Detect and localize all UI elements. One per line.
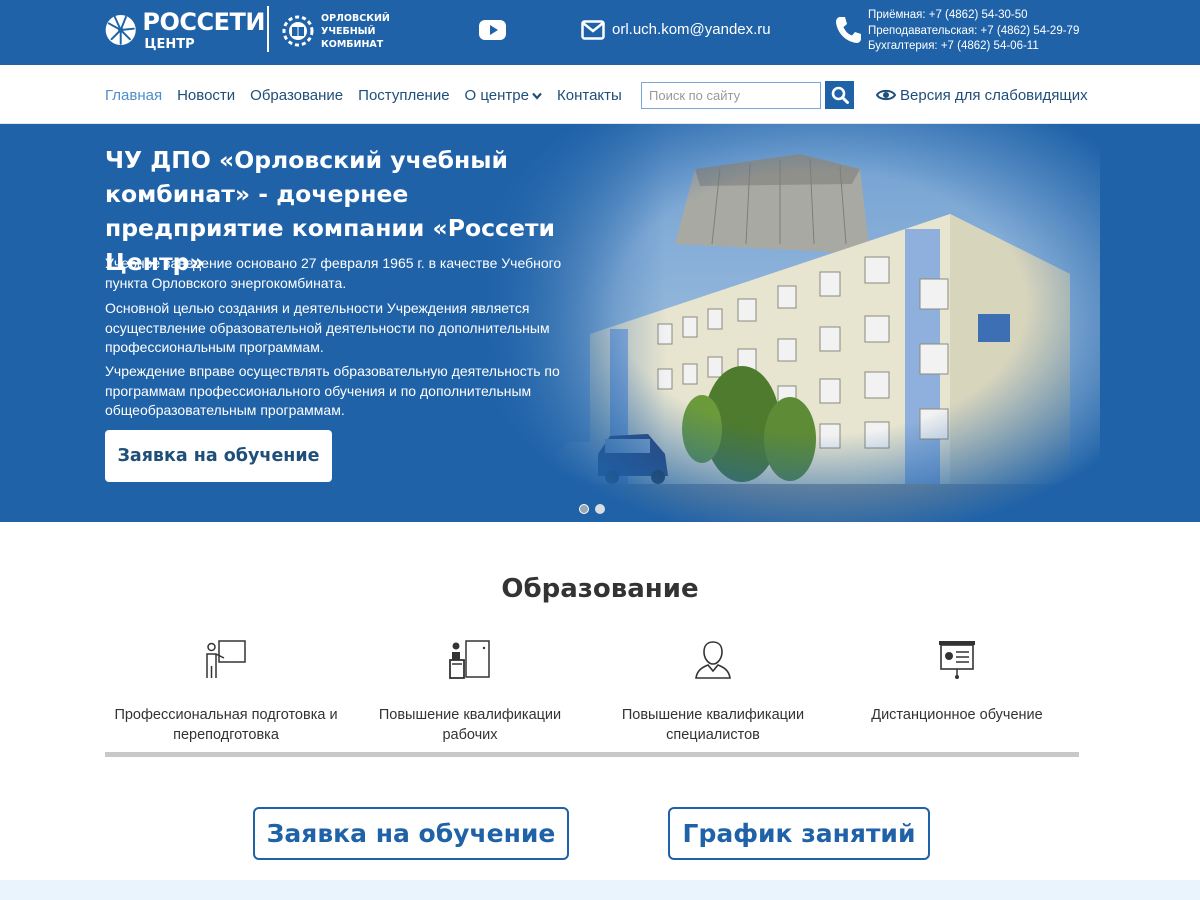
chevron-down-icon xyxy=(532,92,542,100)
hero-apply-button[interactable]: Заявка на обучение xyxy=(105,430,332,482)
nav-item-education[interactable]: Образование xyxy=(250,87,343,104)
phone-icon xyxy=(836,17,861,43)
uk-logo-line1: ОРЛОВСКИЙ xyxy=(321,12,390,24)
gear-book-icon xyxy=(282,15,314,47)
logo-brand: РОССЕТИ xyxy=(142,7,265,36)
education-label-specialists: Повышение квалификации специалистов xyxy=(621,707,805,743)
uk-logo-line2: УЧЕБНЫЙ xyxy=(321,25,376,37)
logo-brand-sub: ЦЕНТР xyxy=(144,36,195,52)
education-item-specialists[interactable]: Повышение квалификации специалистов xyxy=(593,638,833,745)
nav-item-contacts[interactable]: Контакты xyxy=(557,87,622,104)
logo-text: РОССЕТИ ЦЕНТР xyxy=(142,10,265,51)
nav-item-about-label: О центре xyxy=(464,87,529,104)
person-icon xyxy=(695,641,731,679)
bottom-section xyxy=(0,880,1200,900)
phone-list: Приёмная: +7 (4862) 54-30-50 Преподавате… xyxy=(868,8,1079,55)
slider-dot-2[interactable] xyxy=(595,504,605,514)
education-item-professional[interactable]: Профессиональная подготовка и переподгот… xyxy=(106,638,346,745)
nav-item-news[interactable]: Новости xyxy=(177,87,235,104)
presentation-screen-icon xyxy=(939,641,975,679)
eye-icon[interactable] xyxy=(876,87,896,103)
teacher-board-icon xyxy=(206,640,246,678)
email-link[interactable]: orl.uch.kom@yandex.ru xyxy=(612,21,771,38)
lectern-icon xyxy=(449,640,490,679)
uk-logo: ОРЛОВСКИЙ УЧЕБНЫЙ КОМБИНАТ xyxy=(280,7,390,55)
phone-reception[interactable]: Приёмная: +7 (4862) 54-30-50 xyxy=(868,8,1079,24)
main-nav: Главная Новости Образование Поступление … xyxy=(105,87,637,104)
education-title: Образование xyxy=(501,574,699,604)
uk-logo-text: ОРЛОВСКИЙ УЧЕБНЫЙ КОМБИНАТ xyxy=(321,12,390,51)
rosseti-sun-icon xyxy=(105,14,136,46)
uk-logo-line3: КОМБИНАТ xyxy=(321,38,384,50)
search-button[interactable] xyxy=(825,81,854,109)
logo-divider xyxy=(267,6,269,52)
education-item-distance[interactable]: Дистанционное обучение xyxy=(837,638,1077,726)
schedule-button[interactable]: График занятий xyxy=(668,807,930,860)
apply-button[interactable]: Заявка на обучение xyxy=(253,807,569,860)
hero-paragraph-1: Учебное заведение основано 27 февраля 19… xyxy=(105,255,562,291)
nav-item-admission[interactable]: Поступление xyxy=(358,87,449,104)
nav-item-home[interactable]: Главная xyxy=(105,87,162,104)
education-divider xyxy=(105,752,1079,757)
education-label-professional: Профессиональная подготовка и переподгот… xyxy=(114,707,338,743)
hero-paragraph-2: Основной целью создания и деятельности У… xyxy=(105,300,550,355)
envelope-icon xyxy=(581,20,605,40)
hero-slider: ЧУ ДПО «Орловский учебный комбинат» - до… xyxy=(0,124,1200,522)
education-item-workers[interactable]: Повышение квалификации рабочих xyxy=(350,638,590,745)
rosseti-logo[interactable]: РОССЕТИ ЦЕНТР xyxy=(105,6,265,54)
slider-dot-1[interactable] xyxy=(579,504,589,514)
phone-teachers[interactable]: Преподавательская: +7 (4862) 54-29-79 xyxy=(868,24,1079,40)
education-label-distance: Дистанционное обучение xyxy=(871,707,1043,723)
hero-paragraph-3: Учреждение вправе осуществлять образоват… xyxy=(105,363,560,418)
phone-accounting[interactable]: Бухгалтерия: +7 (4862) 54-06-11 xyxy=(868,39,1079,55)
low-vision-link[interactable]: Версия для слабовидящих xyxy=(900,87,1088,104)
nav-item-about[interactable]: О центре xyxy=(465,87,542,104)
search-icon xyxy=(831,86,849,104)
youtube-icon[interactable] xyxy=(479,20,506,40)
search-input[interactable] xyxy=(641,82,821,109)
main-navbar: Главная Новости Образование Поступление … xyxy=(0,65,1200,124)
education-label-workers: Повышение квалификации рабочих xyxy=(378,707,562,743)
top-bar: РОССЕТИ ЦЕНТР ОРЛОВСКИЙ УЧЕБНЫЙ КОМБИНАТ… xyxy=(0,0,1200,65)
